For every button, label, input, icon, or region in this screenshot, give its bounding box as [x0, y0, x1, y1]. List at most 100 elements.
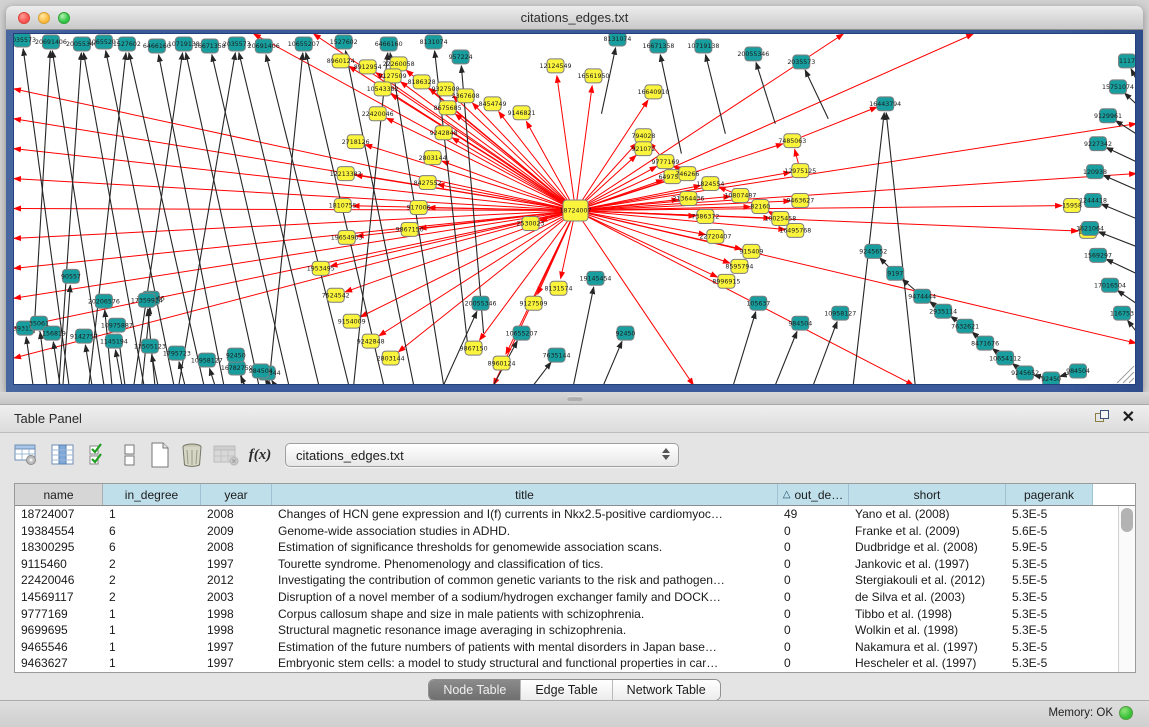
column-header-short[interactable]: short [849, 484, 1006, 505]
cell-out_de[interactable]: 0 [778, 523, 849, 540]
graph-edge[interactable] [269, 53, 303, 385]
cell-year[interactable]: 1998 [201, 622, 272, 639]
cell-out_de[interactable]: 0 [778, 655, 849, 672]
cell-in_degree[interactable]: 1 [103, 506, 201, 523]
graph-edge[interactable] [575, 86, 592, 211]
graph-edge[interactable] [14, 210, 575, 268]
graph-edge[interactable] [1103, 175, 1136, 189]
graph-node[interactable]: 1795723 [163, 346, 191, 360]
cell-out_de[interactable]: 0 [778, 556, 849, 573]
cell-pagerank[interactable]: 5.3E-5 [1006, 589, 1093, 606]
graph-node[interactable]: 9146821 [508, 106, 536, 120]
graph-node[interactable]: 9197 [887, 266, 904, 280]
cell-title[interactable]: Changes of HCN gene expression and I(f) … [272, 506, 778, 523]
graph-edge[interactable] [14, 210, 575, 328]
window-titlebar[interactable]: citations_edges.txt [6, 6, 1143, 30]
function-builder-icon[interactable]: f(x) [246, 441, 274, 469]
cell-title[interactable]: Estimation of the future numbers of pati… [272, 639, 778, 656]
table-row[interactable]: 1938455462009Genome-wide association stu… [15, 523, 1135, 540]
cell-pagerank[interactable]: 5.9E-5 [1006, 539, 1093, 556]
graph-node[interactable]: 20055346 [737, 47, 769, 61]
graph-node[interactable]: 7485063 [778, 134, 806, 148]
graph-node[interactable]: 9242848 [357, 334, 385, 348]
cell-name[interactable]: 22420046 [15, 572, 103, 589]
graph-edge[interactable] [733, 312, 755, 385]
graph-node[interactable]: 8471676 [971, 336, 999, 350]
cell-year[interactable]: 2009 [201, 523, 272, 540]
graph-node[interactable]: 9127509 [520, 296, 548, 310]
graph-node[interactable]: 16640910 [637, 85, 669, 99]
graph-edge[interactable] [534, 362, 552, 385]
graph-edge[interactable] [575, 210, 693, 385]
cell-title[interactable]: Estimation of significance thresholds fo… [272, 539, 778, 556]
cell-out_de[interactable]: 0 [778, 589, 849, 606]
graph-edge[interactable] [159, 55, 224, 385]
cell-title[interactable]: Investigating the contribution of common… [272, 572, 778, 589]
cell-title[interactable]: Tourette syndrome. Phenomenology and cla… [272, 556, 778, 573]
graph-hub-node[interactable]: 18724007 [560, 200, 592, 221]
graph-node[interactable]: 120938 [1083, 165, 1107, 179]
column-header-name[interactable]: name [15, 484, 103, 505]
graph-node[interactable]: 10958127 [824, 306, 856, 320]
graph-edge[interactable] [660, 55, 681, 154]
graph-edge[interactable] [1098, 232, 1136, 247]
cell-in_degree[interactable]: 2 [103, 556, 201, 573]
cell-short[interactable]: Tibbo et al. (1998) [849, 606, 1006, 623]
graph-node[interactable]: 10654112 [989, 351, 1021, 365]
graph-node[interactable]: 8595794 [725, 259, 753, 273]
cell-short[interactable]: de Silva et al. (2003) [849, 589, 1006, 606]
table-row[interactable]: 1456911722003Disruption of a novel membe… [15, 589, 1135, 606]
graph-edge[interactable] [1125, 93, 1136, 104]
cell-out_de[interactable]: 0 [778, 606, 849, 623]
graph-node[interactable]: 1953495 [307, 261, 335, 275]
graph-edge[interactable] [775, 331, 797, 385]
table-row[interactable]: 1830029562008Estimation of significance … [15, 539, 1135, 556]
graph-node[interactable]: 1244418 [1079, 194, 1107, 208]
graph-node[interactable]: 19145454 [580, 271, 612, 285]
graph-edge[interactable] [455, 114, 575, 210]
graph-edge[interactable] [1106, 259, 1136, 273]
delete-icon[interactable] [178, 441, 206, 469]
tab-network-table[interactable]: Network Table [613, 680, 720, 700]
cell-in_degree[interactable]: 1 [103, 606, 201, 623]
graph-node[interactable]: 984504 [788, 316, 812, 330]
graph-node[interactable]: 2935114 [929, 304, 957, 318]
graph-node[interactable]: 984504 [249, 364, 273, 378]
graph-node[interactable]: 7632621 [951, 319, 979, 333]
column-header-in_degree[interactable]: in_degree [103, 484, 201, 505]
table-row[interactable]: 969969511998Structural magnetic resonanc… [15, 622, 1135, 639]
graph-edge[interactable] [1117, 290, 1136, 303]
panel-divider[interactable] [0, 392, 1149, 405]
graph-node[interactable]: 12124549 [540, 59, 572, 73]
cell-in_degree[interactable]: 2 [103, 572, 201, 589]
cell-short[interactable]: Jankovic et al. (1997) [849, 556, 1006, 573]
graph-node[interactable]: 6466160 [375, 37, 403, 51]
vertical-scrollbar[interactable] [1118, 506, 1135, 672]
graph-edge[interactable] [706, 55, 726, 134]
cell-pagerank[interactable]: 5.3E-5 [1006, 606, 1093, 623]
graph-node[interactable]: 8131074 [603, 34, 631, 46]
graph-edge[interactable] [272, 381, 275, 385]
show-columns-icon[interactable] [49, 441, 77, 469]
cell-pagerank[interactable]: 5.6E-5 [1006, 523, 1093, 540]
graph-node[interactable]: 82160 [750, 200, 770, 214]
divider-drag-handle[interactable] [567, 396, 583, 401]
select-all-icon[interactable] [85, 441, 113, 469]
column-header-title[interactable]: title [272, 484, 778, 505]
column-header-pagerank[interactable]: pagerank [1006, 484, 1093, 505]
graph-edge[interactable] [813, 322, 837, 385]
graph-node[interactable]: 20691406 [248, 39, 280, 53]
graph-node[interactable]: 2803144 [377, 351, 405, 365]
cell-title[interactable]: Corpus callosum shape and size in male p… [272, 606, 778, 623]
graph-node[interactable]: 92450 [1041, 372, 1061, 385]
graph-node[interactable]: 20206576 [88, 294, 120, 308]
graph-edge[interactable] [603, 341, 621, 385]
table-row[interactable]: 2242004622012Investigating the contribut… [15, 572, 1135, 589]
cell-pagerank[interactable]: 5.5E-5 [1006, 572, 1093, 589]
graph-node[interactable]: 2035573 [787, 55, 815, 69]
cell-name[interactable]: 9465546 [15, 639, 103, 656]
graph-edge[interactable] [574, 287, 594, 385]
graph-node[interactable]: 915409 [739, 244, 763, 258]
graph-node[interactable]: 16671358 [642, 39, 674, 53]
new-table-icon[interactable] [146, 441, 174, 469]
